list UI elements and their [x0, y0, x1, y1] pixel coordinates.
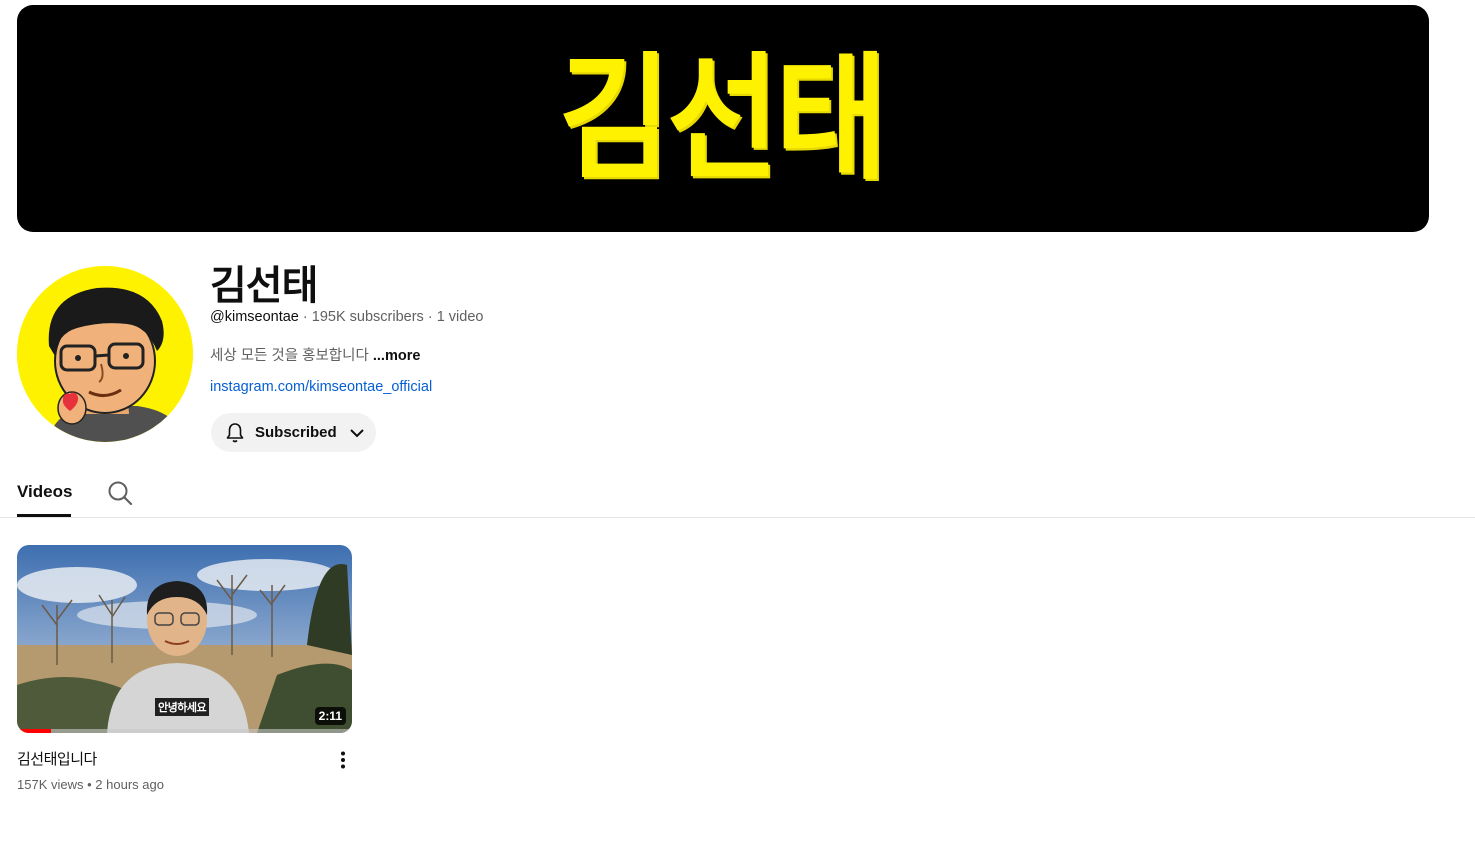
channel-avatar[interactable]	[17, 266, 193, 442]
subscribed-label: Subscribed	[255, 424, 337, 441]
channel-meta: @kimseontae · 195K subscribers · 1 video	[210, 309, 483, 325]
meta-separator: ·	[302, 309, 308, 325]
tab-videos[interactable]: Videos	[17, 482, 72, 502]
upload-age: 2 hours ago	[95, 777, 164, 792]
subscriber-count: 195K subscribers	[311, 309, 424, 325]
video-duration: 2:11	[314, 707, 346, 725]
video-title[interactable]: 김선태입니다	[17, 748, 97, 769]
watch-progress-bar	[17, 729, 51, 733]
more-vert-icon[interactable]	[333, 750, 353, 770]
video-meta: 157K views • 2 hours ago	[17, 777, 164, 792]
video-thumbnail[interactable]: 안녕하세요 2:11	[17, 545, 352, 733]
video-caption: 안녕하세요	[155, 698, 210, 716]
view-count: 157K views	[17, 777, 84, 792]
channel-link[interactable]: instagram.com/kimseontae_official	[210, 379, 432, 395]
search-icon[interactable]	[107, 480, 133, 506]
meta-separator: ·	[427, 309, 433, 325]
chevron-down-icon	[347, 423, 367, 443]
avatar-illustration-icon	[17, 266, 193, 442]
active-tab-indicator	[17, 514, 71, 517]
channel-handle: @kimseontae	[210, 309, 299, 325]
channel-tabs: Videos	[0, 466, 1475, 518]
banner-logo: 김선태	[558, 38, 888, 199]
subscribed-button[interactable]: Subscribed	[211, 413, 376, 452]
channel-title: 김선태	[210, 263, 318, 309]
channel-banner: 김선태	[17, 5, 1429, 232]
channel-description: 세상 모든 것을 홍보합니다 ...more	[210, 344, 420, 365]
channel-page: 김선태 김선태 @kimseontae · 195K subscribers ·…	[0, 0, 1475, 852]
description-text: 세상 모든 것을 홍보합니다	[210, 348, 369, 364]
more-button[interactable]: ...more	[373, 348, 421, 364]
bell-icon	[223, 421, 247, 445]
video-count: 1 video	[436, 309, 484, 325]
meta-dot: •	[87, 777, 92, 792]
watch-progress-track	[17, 729, 352, 733]
